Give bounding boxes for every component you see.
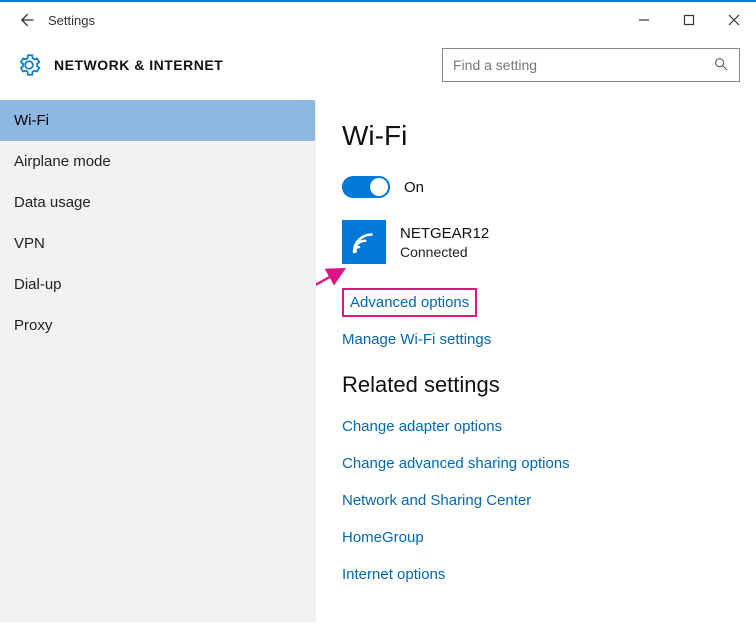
close-icon [728, 14, 740, 26]
sidebar: Wi-Fi Airplane mode Data usage VPN Dial-… [0, 100, 316, 622]
network-status: Connected [400, 244, 489, 260]
titlebar: Settings [0, 2, 756, 38]
maximize-button[interactable] [666, 2, 711, 38]
sidebar-item-label: VPN [14, 235, 45, 252]
sidebar-item-airplane-mode[interactable]: Airplane mode [0, 141, 315, 182]
link-change-sharing[interactable]: Change advanced sharing options [342, 455, 570, 472]
sidebar-item-label: Data usage [14, 194, 91, 211]
sidebar-item-vpn[interactable]: VPN [0, 223, 315, 264]
search-placeholder: Find a setting [453, 57, 537, 73]
page-title: Wi-Fi [342, 120, 756, 152]
sidebar-item-label: Dial-up [14, 276, 62, 293]
current-network[interactable]: NETGEAR12 Connected [342, 220, 756, 264]
sidebar-item-wifi[interactable]: Wi-Fi [0, 100, 315, 141]
wifi-toggle-label: On [404, 179, 424, 196]
sidebar-item-proxy[interactable]: Proxy [0, 305, 315, 346]
link-advanced-options[interactable]: Advanced options [342, 288, 477, 317]
minimize-button[interactable] [621, 2, 666, 38]
search-container: Find a setting [442, 48, 740, 82]
link-manage-wifi[interactable]: Manage Wi-Fi settings [342, 331, 491, 348]
wifi-toggle[interactable] [342, 176, 390, 198]
arrow-left-icon [16, 10, 36, 30]
wifi-tile-icon [342, 220, 386, 264]
section-title: NETWORK & INTERNET [54, 57, 223, 73]
minimize-icon [638, 14, 650, 26]
sidebar-item-label: Airplane mode [14, 153, 111, 170]
maximize-icon [683, 14, 695, 26]
wifi-toggle-row: On [342, 176, 756, 198]
sidebar-item-label: Wi-Fi [14, 112, 49, 129]
sidebar-item-label: Proxy [14, 317, 52, 334]
header: NETWORK & INTERNET Find a setting [0, 38, 756, 100]
content: Wi-Fi On NETGEAR12 Connected Advanced op… [316, 100, 756, 622]
body: Wi-Fi Airplane mode Data usage VPN Dial-… [0, 100, 756, 622]
toggle-knob [370, 178, 388, 196]
wifi-icon [349, 227, 379, 257]
sidebar-item-data-usage[interactable]: Data usage [0, 182, 315, 223]
link-change-adapter[interactable]: Change adapter options [342, 418, 502, 435]
link-homegroup[interactable]: HomeGroup [342, 529, 424, 546]
search-icon [713, 56, 729, 75]
window-controls [621, 2, 756, 38]
related-heading: Related settings [342, 372, 756, 398]
gear-icon [16, 52, 42, 78]
search-input[interactable]: Find a setting [442, 48, 740, 82]
close-button[interactable] [711, 2, 756, 38]
window-title: Settings [48, 13, 95, 28]
network-text: NETGEAR12 Connected [400, 224, 489, 260]
sidebar-item-dial-up[interactable]: Dial-up [0, 264, 315, 305]
network-name: NETGEAR12 [400, 224, 489, 244]
link-network-sharing-center[interactable]: Network and Sharing Center [342, 492, 531, 509]
back-button[interactable] [8, 2, 44, 38]
link-internet-options[interactable]: Internet options [342, 566, 445, 583]
